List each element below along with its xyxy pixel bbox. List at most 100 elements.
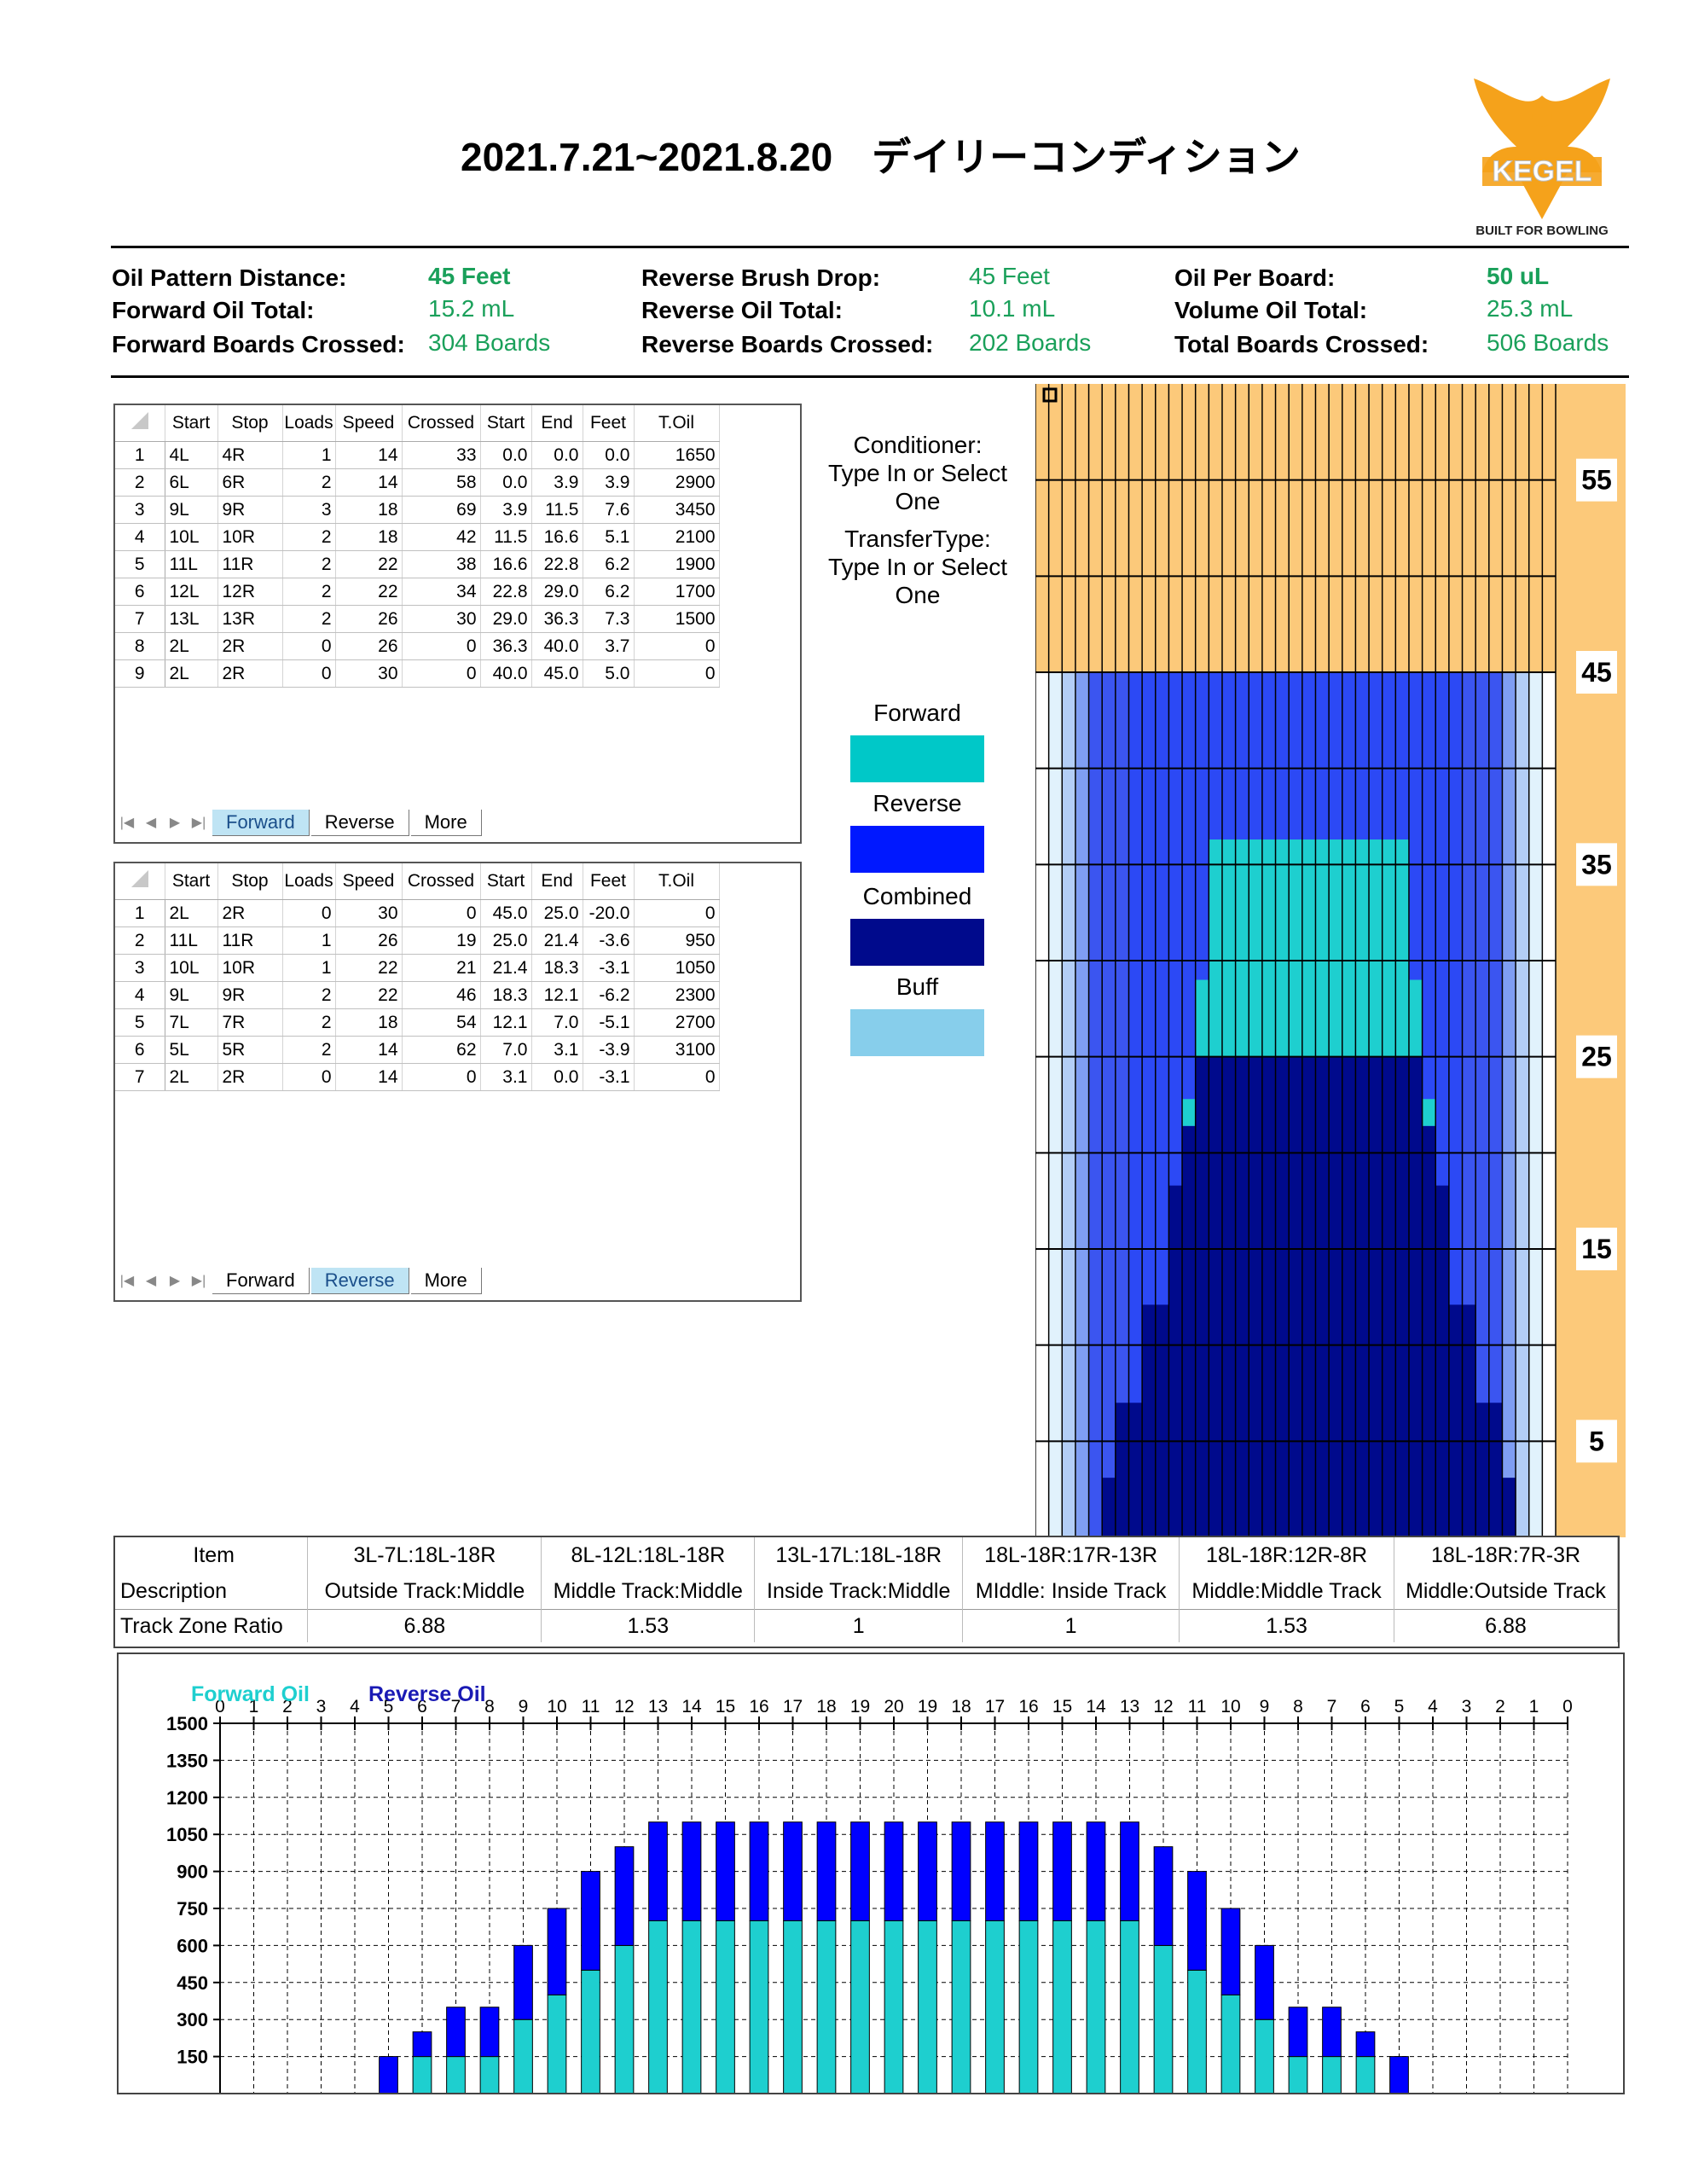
cell[interactable]: 22: [335, 550, 403, 578]
prev-sheet-icon[interactable]: ◀: [139, 1272, 163, 1289]
cell[interactable]: 5R: [217, 1036, 283, 1064]
cell[interactable]: 16.6: [531, 523, 583, 551]
cell[interactable]: 18: [335, 1008, 403, 1037]
column-header[interactable]: Feet: [583, 863, 635, 900]
cell[interactable]: -3.1: [583, 954, 635, 982]
cell[interactable]: 6R: [217, 468, 283, 497]
cell[interactable]: 0: [634, 1063, 720, 1091]
cell[interactable]: 2R: [217, 899, 283, 927]
cell[interactable]: 0: [402, 659, 481, 688]
cell[interactable]: 16.6: [480, 550, 532, 578]
cell[interactable]: 9R: [217, 981, 283, 1009]
cell[interactable]: 26: [335, 632, 403, 660]
cell[interactable]: 1: [282, 441, 336, 469]
cell[interactable]: 26: [335, 605, 403, 633]
cell[interactable]: 2R: [217, 659, 283, 688]
cell[interactable]: 40.0: [531, 632, 583, 660]
cell[interactable]: 0.0: [531, 441, 583, 469]
cell[interactable]: 5.1: [583, 523, 635, 551]
cell[interactable]: 2100: [634, 523, 720, 551]
cell[interactable]: -5.1: [583, 1008, 635, 1037]
cell[interactable]: 30: [335, 659, 403, 688]
cell[interactable]: 11R: [217, 926, 283, 955]
cell[interactable]: 0: [634, 659, 720, 688]
cell[interactable]: 0: [282, 1063, 336, 1091]
cell[interactable]: 45.0: [531, 659, 583, 688]
cell[interactable]: 34: [402, 578, 481, 606]
cell[interactable]: 2: [282, 578, 336, 606]
cell[interactable]: 58: [402, 468, 481, 497]
cell[interactable]: 3: [282, 496, 336, 524]
column-header[interactable]: Crossed: [402, 863, 481, 900]
cell[interactable]: 1700: [634, 578, 720, 606]
cell[interactable]: 26: [335, 926, 403, 955]
cell[interactable]: 36.3: [531, 605, 583, 633]
cell[interactable]: 2: [282, 1036, 336, 1064]
cell[interactable]: 13L: [165, 605, 218, 633]
cell[interactable]: 22.8: [480, 578, 532, 606]
tab-more[interactable]: More: [410, 1267, 482, 1294]
tab-forward[interactable]: Forward: [212, 809, 310, 836]
cell[interactable]: 2: [282, 981, 336, 1009]
cell[interactable]: 29.0: [480, 605, 532, 633]
cell[interactable]: 1: [282, 926, 336, 955]
cell[interactable]: 4R: [217, 441, 283, 469]
column-header[interactable]: End: [531, 863, 583, 900]
forward-sheet[interactable]: Start Stop Loads Speed Crossed Start End Feet T.…: [113, 404, 802, 844]
cell[interactable]: 14: [335, 1063, 403, 1091]
cell[interactable]: 14: [335, 441, 403, 469]
column-header[interactable]: Speed: [335, 863, 403, 900]
cell[interactable]: 19: [402, 926, 481, 955]
cell[interactable]: 3.9: [531, 468, 583, 497]
cell[interactable]: -3.1: [583, 1063, 635, 1091]
column-header[interactable]: Stop: [217, 405, 283, 442]
cell[interactable]: 2: [282, 468, 336, 497]
column-header[interactable]: Start: [480, 405, 532, 442]
cell[interactable]: 22: [335, 954, 403, 982]
cell[interactable]: 5L: [165, 1036, 218, 1064]
cell[interactable]: 69: [402, 496, 481, 524]
cell[interactable]: -20.0: [583, 899, 635, 927]
cell[interactable]: 3.1: [480, 1063, 532, 1091]
cell[interactable]: 11L: [165, 550, 218, 578]
cell[interactable]: 14: [335, 1036, 403, 1064]
cell[interactable]: 2: [282, 1008, 336, 1037]
cell[interactable]: 62: [402, 1036, 481, 1064]
cell[interactable]: 2: [282, 523, 336, 551]
cell[interactable]: 6.2: [583, 550, 635, 578]
cell[interactable]: 22: [335, 981, 403, 1009]
cell[interactable]: 13R: [217, 605, 283, 633]
cell[interactable]: 10L: [165, 523, 218, 551]
cell[interactable]: 30: [402, 605, 481, 633]
cell[interactable]: 36.3: [480, 632, 532, 660]
cell[interactable]: 11.5: [480, 523, 532, 551]
cell[interactable]: 4L: [165, 441, 218, 469]
cell[interactable]: 950: [634, 926, 720, 955]
cell[interactable]: 7R: [217, 1008, 283, 1037]
cell[interactable]: 10R: [217, 954, 283, 982]
last-sheet-icon[interactable]: ▶|: [187, 1272, 211, 1289]
cell[interactable]: 6L: [165, 468, 218, 497]
cell[interactable]: 22.8: [531, 550, 583, 578]
cell[interactable]: 2L: [165, 632, 218, 660]
cell[interactable]: 7.0: [480, 1036, 532, 1064]
cell[interactable]: 33: [402, 441, 481, 469]
cell[interactable]: 9L: [165, 981, 218, 1009]
cell[interactable]: 1900: [634, 550, 720, 578]
cell[interactable]: 12.1: [480, 1008, 532, 1037]
cell[interactable]: 12R: [217, 578, 283, 606]
cell[interactable]: -3.6: [583, 926, 635, 955]
column-header[interactable]: End: [531, 405, 583, 442]
cell[interactable]: 11R: [217, 550, 283, 578]
tab-reverse[interactable]: Reverse: [310, 1267, 409, 1294]
cell[interactable]: 1050: [634, 954, 720, 982]
cell[interactable]: 3450: [634, 496, 720, 524]
cell[interactable]: 0: [402, 1063, 481, 1091]
cell[interactable]: 2300: [634, 981, 720, 1009]
cell[interactable]: 2R: [217, 632, 283, 660]
cell[interactable]: 29.0: [531, 578, 583, 606]
cell[interactable]: 3.9: [583, 468, 635, 497]
cell[interactable]: 7.3: [583, 605, 635, 633]
cell[interactable]: 21.4: [531, 926, 583, 955]
cell[interactable]: 0: [402, 899, 481, 927]
